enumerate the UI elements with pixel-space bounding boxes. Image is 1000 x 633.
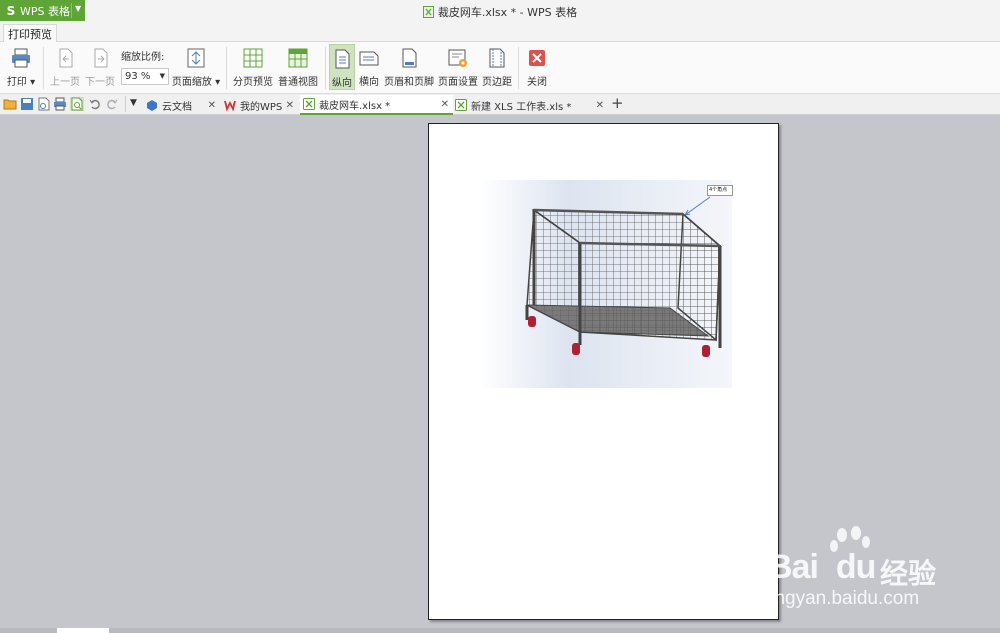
preview-page: 4个角点 [428,123,779,620]
page-scale-button[interactable]: 页面缩放 ▾ [172,44,220,90]
watermark-cn: 经验 [880,557,937,590]
export-pdf-icon[interactable] [37,97,51,111]
page-setup-label: 页面设置 [438,77,478,88]
chevron-down-icon: ▼ [159,72,165,80]
margins-icon [489,48,505,68]
sheet-tab[interactable] [57,628,109,633]
divider [125,96,126,112]
annotation-callout: 4个角点 [707,185,733,196]
close-label: 关闭 [527,77,547,88]
normal-view-button[interactable]: 普通视图 [277,44,319,90]
tab-cloud-docs[interactable]: 云文档 ✕ [146,95,220,115]
zoom-select[interactable]: 93 % ▼ [121,68,169,85]
print-button[interactable]: 打印 ▾ [5,44,37,90]
title-bar: S WPS 表格 ▼ 裁皮网车.xlsx * - WPS 表格 [0,0,1000,22]
next-page-label: 下一页 [85,77,115,88]
tab-my-wps[interactable]: 我的WPS ✕ [224,95,298,115]
tab-label: 云文档 [162,101,192,113]
tab-label: 我的WPS [240,101,283,113]
tab-label: 新建 XLS 工作表.xls * [471,101,572,113]
window-title-text: 裁皮网车.xlsx * - WPS 表格 [437,6,578,19]
cloud-doc-icon [147,100,157,111]
prev-page-button[interactable]: 上一页 [49,44,81,90]
open-folder-icon[interactable] [3,97,17,111]
portrait-label: 纵向 [332,78,352,89]
undo-icon[interactable] [88,97,102,111]
tab-active-document[interactable]: 裁皮网车.xlsx * ✕ [300,95,453,115]
printer-icon[interactable] [53,97,67,111]
header-footer-label: 页眉和页脚 [384,77,434,88]
page-scale-icon [187,48,205,68]
spreadsheet-icon [455,99,467,111]
close-icon[interactable]: ✕ [441,99,449,110]
chevron-down-icon[interactable]: ▼ [130,98,137,108]
tab-print-preview[interactable]: 打印预览 [3,24,57,43]
spreadsheet-icon [422,6,434,18]
page-break-preview-label: 分页预览 [233,77,273,88]
tab-label: 裁皮网车.xlsx * [319,100,391,112]
page-break-preview-icon [243,48,263,68]
divider [226,47,227,89]
window-title: 裁皮网车.xlsx * - WPS 表格 [0,4,1000,20]
divider [518,47,519,89]
document-tab-bar: ▼ 云文档 ✕ 我的WPS ✕ 裁皮网车.xlsx * ✕ 新建 XLS 工作表… [0,94,1000,115]
next-page-icon [94,48,108,68]
divider [43,47,44,89]
page-setup-icon [448,49,467,67]
wps-w-icon [224,100,236,111]
zoom-value: 93 % [125,71,151,82]
zoom-label: 缩放比例: [121,52,165,63]
landscape-page-icon [359,51,379,66]
margins-label: 页边距 [482,77,512,88]
new-tab-button[interactable]: + [611,94,624,112]
normal-view-icon [288,48,308,68]
close-icon[interactable]: ✕ [596,100,604,111]
print-preview-toolbar: 打印 ▾ 上一页 下一页 缩放比例: 93 % ▼ 页面缩放 ▾ 分页预览 普通… [0,42,1000,94]
save-icon[interactable] [20,97,34,111]
redo-icon[interactable] [105,97,119,111]
margins-button[interactable]: 页边距 [482,44,512,90]
header-footer-icon [402,48,417,68]
cage-cart-image [480,180,732,388]
close-icon[interactable]: ✕ [208,100,216,111]
sheet-tab-strip [0,628,1000,633]
printer-icon [12,48,30,68]
page-setup-button[interactable]: 页面设置 [438,44,478,90]
page-break-preview-button[interactable]: 分页预览 [232,44,274,90]
next-page-button[interactable]: 下一页 [84,44,116,90]
prev-page-icon [59,48,73,68]
landscape-label: 横向 [359,77,379,88]
watermark-url: jingyan.baidu.com [766,588,920,609]
spreadsheet-icon [303,98,315,110]
divider [325,47,326,89]
watermark-brand: Bai_du [768,548,876,586]
header-footer-button[interactable]: 页眉和页脚 [384,44,434,90]
page-scale-label: 页面缩放 [171,77,212,88]
close-preview-button[interactable]: 关闭 [524,44,550,90]
close-icon[interactable]: ✕ [286,100,294,111]
portrait-page-icon [335,49,350,69]
print-preview-icon[interactable] [70,97,84,111]
ribbon-tab-row: 打印预览 [0,22,1000,43]
normal-view-label: 普通视图 [278,77,318,88]
print-label: 打印 [6,77,27,88]
tab-new-xls[interactable]: 新建 XLS 工作表.xls * ✕ [455,95,608,115]
portrait-button[interactable]: 纵向 [329,44,355,90]
prev-page-label: 上一页 [50,77,80,88]
landscape-button[interactable]: 横向 [357,44,381,90]
close-icon [529,50,545,66]
